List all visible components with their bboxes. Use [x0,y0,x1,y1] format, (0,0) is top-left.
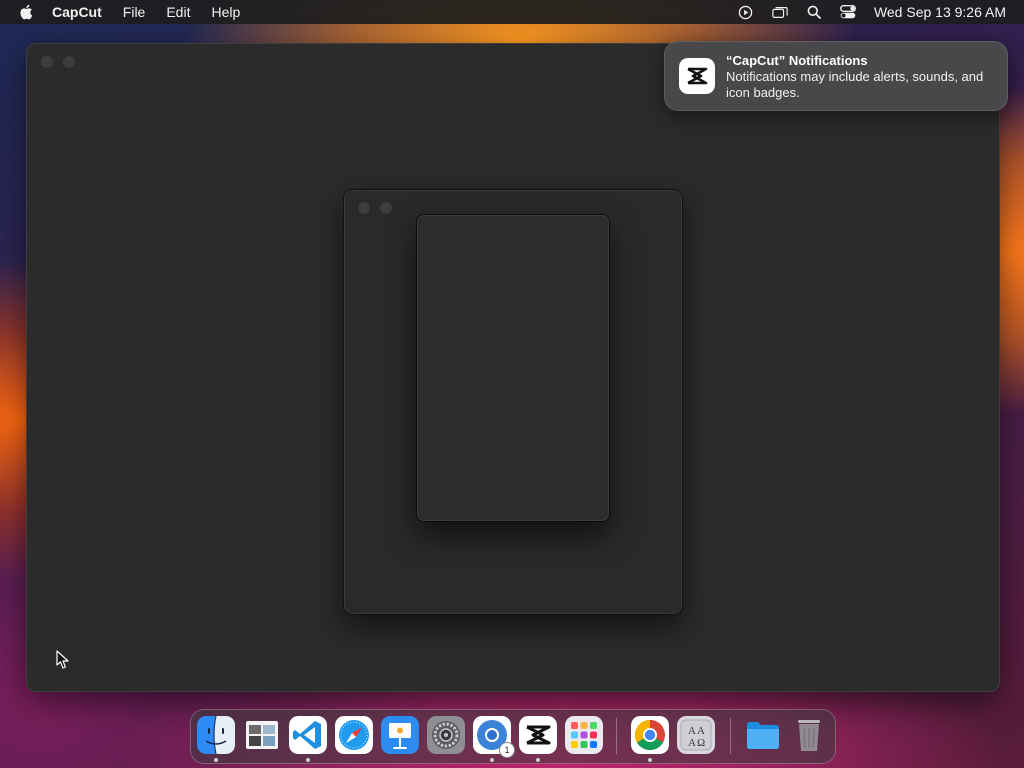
capcut-icon [679,58,715,94]
dock-safari-icon[interactable] [335,716,373,754]
menu-edit[interactable]: Edit [166,4,190,20]
mouse-cursor-icon [56,650,69,669]
dock-finder-icon[interactable] [197,716,235,754]
dock-trash-icon[interactable] [790,716,828,754]
menu-bar-clock[interactable]: Wed Sep 13 9:26 AM [874,4,1006,20]
dock-running-indicator [306,758,310,762]
svg-text:A: A [688,737,696,749]
dock-launchpad-icon[interactable] [565,716,603,754]
dock-preview-icon[interactable] [243,716,281,754]
menu-file[interactable]: File [123,4,146,20]
apple-menu-icon[interactable] [18,3,36,21]
inner-close-button[interactable] [358,202,370,214]
screen-recording-icon[interactable] [738,4,754,20]
menu-bar-status: Wed Sep 13 9:26 AM [720,0,1006,24]
dock-vscode-icon[interactable] [289,716,327,754]
menu-bar: CapCut File Edit Help Wed Sep 13 9:26 AM [0,0,1024,24]
dock-separator [730,718,731,754]
spotlight-search-icon[interactable] [806,4,822,20]
svg-text:Ω: Ω [697,737,705,749]
dock-chromium-icon[interactable]: 1 [473,716,515,758]
dock-chrome-icon[interactable] [631,716,669,754]
dock-running-indicator [648,758,652,762]
inner-minimize-button[interactable] [380,202,392,214]
inner-content-panel [416,214,610,522]
notification-body: Notifications may include alerts, sounds… [726,69,984,100]
dock-running-indicator [490,758,494,762]
inner-window-controls [358,202,392,214]
notification-banner[interactable]: “CapCut” Notifications Notifications may… [664,41,1008,111]
capcut-main-window [26,43,1000,692]
dock-running-indicator [214,758,218,762]
close-button[interactable] [41,56,53,68]
control-center-icon[interactable] [839,4,856,20]
dock-capcut-icon[interactable] [519,716,557,754]
screen-mirroring-icon[interactable] [772,4,788,20]
dock-folder-icon[interactable] [744,716,782,754]
dock-dictionary-icon[interactable]: A A A Ω [677,716,715,754]
capcut-loading-window [343,189,683,615]
menu-app-name[interactable]: CapCut [52,4,102,20]
minimize-button[interactable] [63,56,75,68]
dock-running-indicator [536,758,540,762]
svg-text:A: A [697,725,705,737]
notification-badge: 1 [499,742,515,758]
menu-help[interactable]: Help [211,4,240,20]
dock-separator [616,718,617,754]
dock-system-settings-icon[interactable] [427,716,465,754]
dock: 1 A A A Ω [190,709,836,764]
notification-title: “CapCut” Notifications [726,53,868,68]
dock-keynote-icon[interactable] [381,716,419,754]
svg-text:A: A [688,725,696,737]
window-controls [41,56,75,68]
